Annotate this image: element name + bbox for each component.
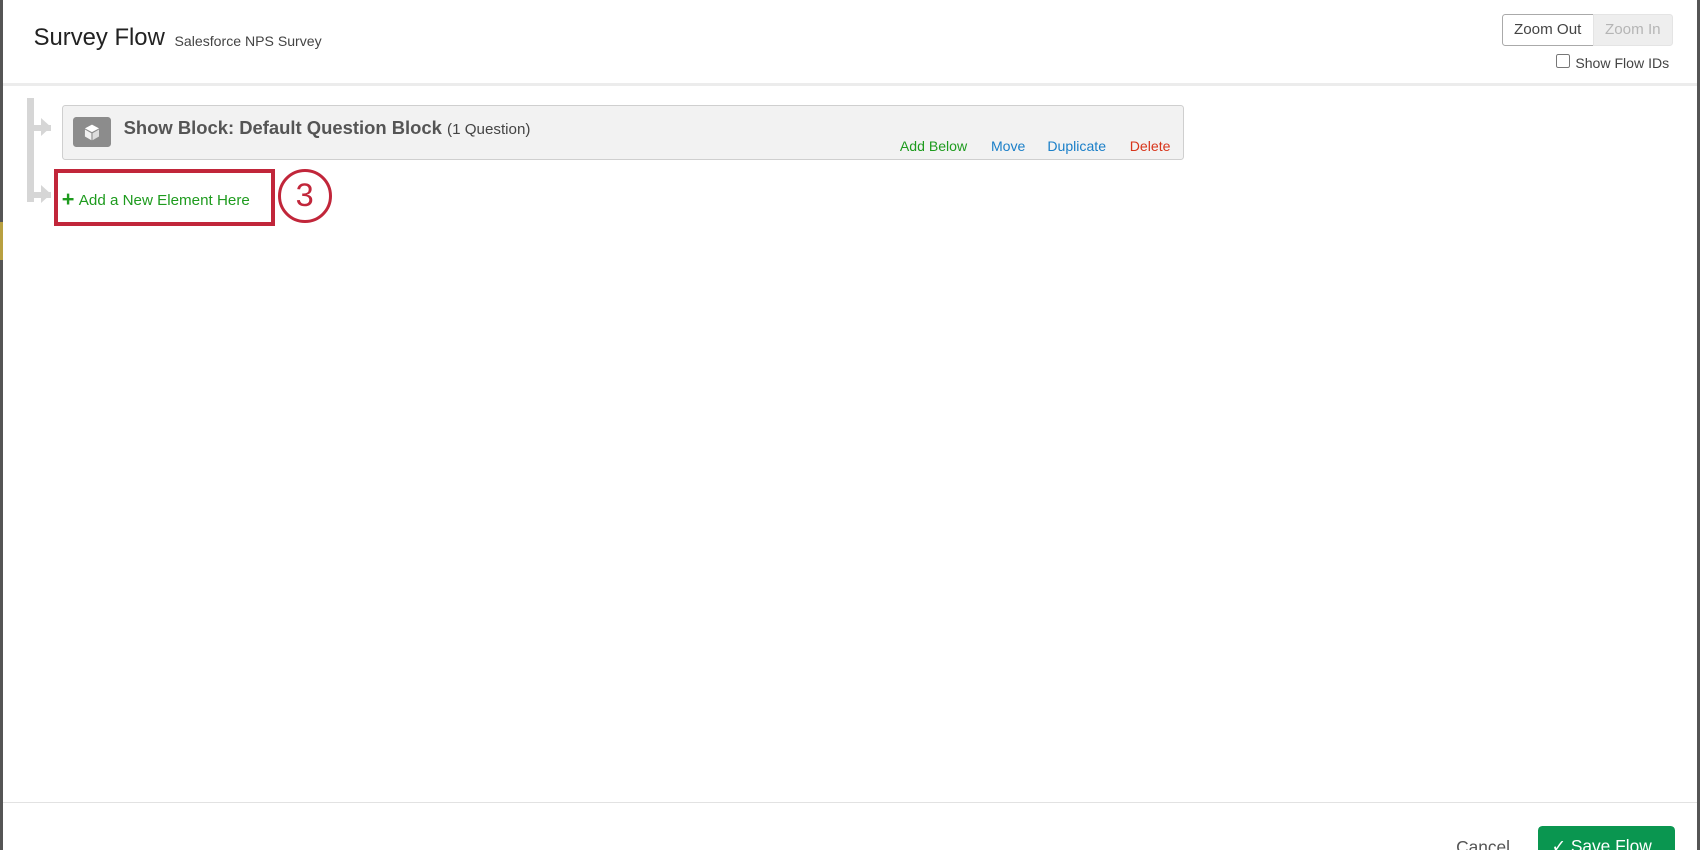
zoom-in-button[interactable]: Zoom In bbox=[1592, 14, 1673, 46]
delete-link[interactable]: Delete bbox=[1130, 138, 1171, 154]
check-icon: ✓ bbox=[1551, 836, 1566, 850]
flow-arrow-icon bbox=[41, 185, 52, 204]
header-divider bbox=[3, 83, 1697, 86]
survey-name: Salesforce NPS Survey bbox=[174, 32, 322, 49]
survey-flow-modal: Survey Flow Salesforce NPS Survey Zoom O… bbox=[0, 0, 1700, 850]
save-flow-label: Save Flow bbox=[1570, 836, 1652, 850]
zoom-out-button[interactable]: Zoom Out bbox=[1501, 14, 1594, 46]
add-below-link[interactable]: Add Below bbox=[900, 138, 967, 154]
cancel-button[interactable]: Cancel bbox=[1456, 837, 1510, 850]
question-count: (1 Question) bbox=[447, 121, 531, 139]
flow-arrow-icon bbox=[41, 118, 52, 137]
save-flow-button[interactable]: ✓ Save Flow bbox=[1538, 826, 1676, 850]
show-flow-ids-label[interactable]: Show Flow IDs bbox=[1575, 55, 1669, 71]
footer-divider bbox=[3, 802, 1697, 804]
move-link[interactable]: Move bbox=[991, 138, 1025, 154]
block-cube-icon bbox=[72, 117, 111, 148]
page-title: Survey Flow bbox=[33, 23, 165, 51]
step-number-badge: 3 bbox=[277, 169, 332, 224]
flow-connector-line bbox=[27, 97, 34, 202]
modal-left-edge bbox=[0, 0, 4, 850]
background-peek bbox=[0, 222, 4, 261]
block-name: Show Block: Default Question Block bbox=[123, 117, 442, 139]
duplicate-link[interactable]: Duplicate bbox=[1047, 138, 1106, 154]
block-title: Show Block: Default Question Block (1 Qu… bbox=[124, 117, 531, 139]
highlight-box bbox=[54, 169, 276, 226]
show-flow-ids-checkbox[interactable] bbox=[1555, 54, 1570, 69]
